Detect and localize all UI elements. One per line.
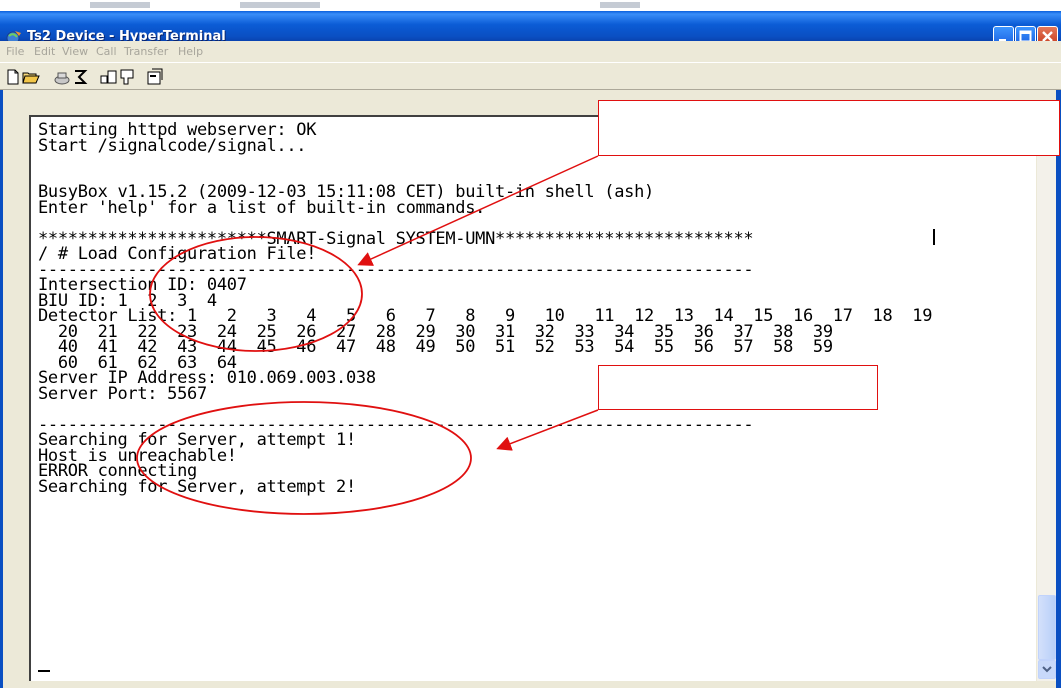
annotation-arrow-upper bbox=[357, 155, 599, 266]
annotation-arrow-lower bbox=[496, 409, 599, 451]
annotation-overlay bbox=[136, 155, 599, 515]
annotation-ellipse-lower bbox=[136, 401, 472, 515]
annotation-ellipse-upper bbox=[149, 236, 363, 352]
hyperterminal-window: Ts2 Device - HyperTerminal File Edit Vie… bbox=[0, 0, 1061, 688]
